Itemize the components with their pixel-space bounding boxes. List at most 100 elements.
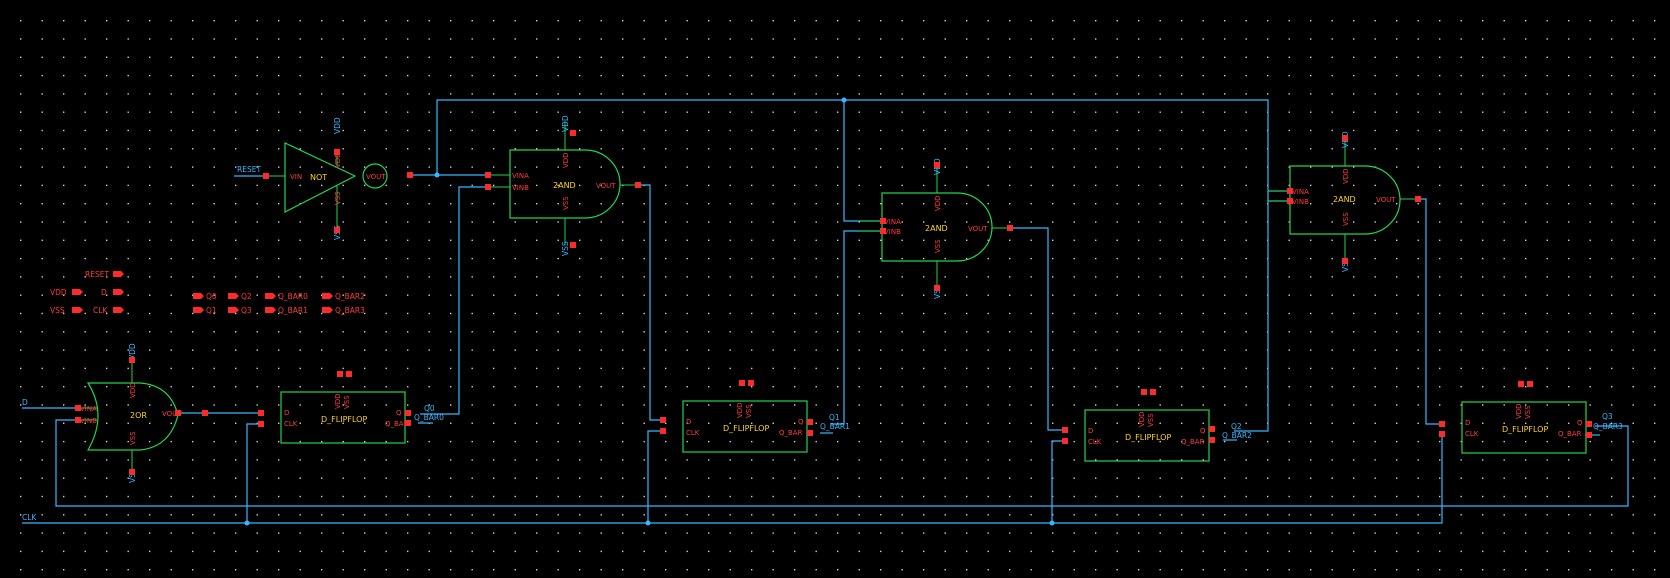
wire-and1-out bbox=[638, 184, 663, 421]
wires bbox=[22, 99, 1629, 524]
and1-pin-vss: VSS bbox=[562, 196, 570, 210]
dff0-name: D_FLIPFLOP bbox=[321, 415, 367, 424]
svg-text:D: D bbox=[686, 418, 691, 426]
or-pin-vss: VSS bbox=[129, 431, 137, 445]
pin-label-vdd: VDD bbox=[50, 288, 67, 297]
svg-text:VSS: VSS bbox=[1147, 413, 1155, 427]
dff0-pin-q: Q bbox=[396, 409, 402, 417]
q2-net-label: Q2 bbox=[1231, 422, 1242, 431]
wire-q2-fb bbox=[1234, 200, 1290, 432]
and2-pin-vout: VOUT bbox=[968, 225, 988, 233]
svg-text:CLK: CLK bbox=[1465, 430, 1479, 438]
pin-label-qbar0: Q_BAR0 bbox=[278, 292, 308, 301]
and1-pin-vdd: VDD bbox=[562, 152, 570, 168]
and3-pin-vinb: VINB bbox=[1292, 198, 1309, 206]
pin-symbols-right: Q0 Q2 Q_BAR0 Q_BAR2 Q1 Q3 Q_BAR1 Q_BAR3 bbox=[193, 292, 365, 315]
and2-pin-vss: VSS bbox=[934, 239, 942, 253]
and1-pin-vinb: VINB bbox=[512, 184, 529, 192]
svg-text:CLK: CLK bbox=[1088, 438, 1102, 446]
or-pin-vdd: VDD bbox=[129, 382, 137, 398]
and1-vss-net: VSS bbox=[561, 241, 570, 256]
svg-text:Q: Q bbox=[1577, 419, 1583, 427]
not-pin-vout: VOUT bbox=[366, 173, 386, 181]
svg-text:Q_BAR: Q_BAR bbox=[1181, 438, 1205, 446]
not-name: NOT bbox=[310, 173, 327, 182]
not-vdd-net: VDD bbox=[333, 117, 342, 134]
pin-label-d: D bbox=[101, 288, 107, 297]
pin-label-qbar1: Q_BAR1 bbox=[278, 306, 308, 315]
and2-name: 2AND bbox=[925, 224, 948, 233]
svg-text:D: D bbox=[1088, 427, 1093, 435]
and3-name: 2AND bbox=[1333, 195, 1356, 204]
svg-text:VDD: VDD bbox=[1515, 403, 1523, 419]
svg-text:VSS: VSS bbox=[1524, 405, 1532, 419]
and-gate-1[interactable]: 2AND VINA VINB VOUT VDD VSS VDD VSS bbox=[488, 115, 638, 256]
svg-text:VDD: VDD bbox=[736, 402, 744, 418]
and1-pin-vina: VINA bbox=[512, 172, 529, 180]
wire-clk-dff1 bbox=[647, 430, 663, 523]
svg-text:Q: Q bbox=[798, 418, 804, 426]
and1-pin-vout: VOUT bbox=[596, 182, 616, 190]
qbar1-net-label: Q_BAR1 bbox=[820, 422, 850, 431]
svg-text:Q: Q bbox=[1200, 427, 1206, 435]
dff2-name: D_FLIPFLOP bbox=[1125, 433, 1171, 442]
svg-text:VDD: VDD bbox=[334, 393, 342, 409]
wire-and3-out bbox=[1418, 198, 1442, 425]
pin-label-qbar2: Q_BAR2 bbox=[335, 292, 365, 301]
q1-net-label: Q1 bbox=[829, 413, 840, 422]
or-name: 2OR bbox=[130, 411, 147, 420]
q3-net-label: Q3 bbox=[1602, 412, 1613, 421]
or-gate[interactable]: 2OR VINA VINB VOUT VDD VSS VDD VSS D CLK bbox=[22, 343, 182, 522]
dff0-pin-clk: CLK bbox=[284, 420, 298, 428]
reset-net-label: RESET bbox=[237, 165, 261, 174]
or-pin-vina: VINA bbox=[80, 405, 97, 413]
qbar0-net-label: Q_BAR0 bbox=[414, 413, 444, 422]
wire-q3-fb bbox=[55, 419, 1629, 507]
wire-and2-out bbox=[1010, 227, 1065, 431]
pin-label-clk: CLK bbox=[93, 306, 108, 315]
pin-label-q0: Q0 bbox=[206, 292, 217, 301]
qbar2-net-label: Q_BAR2 bbox=[1222, 431, 1252, 440]
pin-label-reset: RESET bbox=[85, 270, 109, 279]
dff-2[interactable]: D_FLIPFLOP D CLK Q Q_BAR VDD VSS Q2 Q_BA… bbox=[1084, 409, 1252, 462]
wire-q1-fb bbox=[831, 230, 883, 425]
dff3-name: D_FLIPFLOP bbox=[1502, 425, 1548, 434]
not-pin-vss: VSS bbox=[334, 191, 342, 205]
dff0-pin-d: D bbox=[284, 409, 289, 417]
dff-1[interactable]: D_FLIPFLOP D CLK Q Q_BAR VDD VSS Q1 Q_BA… bbox=[682, 400, 850, 453]
pin-label-vss: VSS bbox=[50, 306, 65, 315]
svg-text:Q_BAR: Q_BAR bbox=[1558, 430, 1582, 438]
pin-label-q1: Q1 bbox=[206, 306, 217, 315]
pin-label-qbar3: Q_BAR3 bbox=[335, 306, 365, 315]
svg-text:Q_BAR: Q_BAR bbox=[779, 429, 803, 437]
and2-pin-vina: VINA bbox=[884, 218, 901, 226]
qbar3-net-label: Q_BAR3 bbox=[1593, 422, 1623, 431]
pin-symbols-left: RESET VDD D VSS CLK bbox=[50, 270, 124, 315]
wire-top-to-and2 bbox=[843, 100, 883, 222]
and2-pin-vdd: VDD bbox=[934, 195, 942, 211]
svg-text:D: D bbox=[1465, 419, 1470, 427]
clk-net-label: CLK bbox=[22, 513, 37, 522]
q0-net-label: Q0 bbox=[424, 404, 435, 413]
wire-clk-dff0 bbox=[246, 423, 261, 523]
pin-label-q3: Q3 bbox=[241, 306, 252, 315]
pin-label-q2: Q2 bbox=[241, 292, 252, 301]
not-pin-vin: VIN bbox=[290, 173, 302, 181]
and1-name: 2AND bbox=[553, 181, 576, 190]
wire-q0-fb bbox=[420, 186, 488, 415]
dff1-name: D_FLIPFLOP bbox=[723, 424, 769, 433]
and2-pin-vinb: VINB bbox=[884, 228, 901, 236]
d-net-label: D bbox=[22, 398, 28, 407]
svg-text:VDD: VDD bbox=[1138, 411, 1146, 427]
wire-clk-dff2 bbox=[1051, 440, 1065, 523]
dff-0[interactable]: D_FLIPFLOP D CLK Q Q_BAR VDD VSS Q0 Q_BA… bbox=[280, 391, 444, 444]
dff-3[interactable]: D_FLIPFLOP D CLK Q Q_BAR VDD VSS Q3 Q_BA… bbox=[1461, 401, 1623, 454]
schematic-canvas[interactable]: NOT VIN VOUT VDD VSS VDD VSS RESET 2AND … bbox=[0, 0, 1670, 578]
and1-vdd-net: VDD bbox=[561, 115, 570, 132]
svg-text:VSS: VSS bbox=[745, 404, 753, 418]
or-pin-vinb: VINB bbox=[80, 417, 97, 425]
and3-pin-vss: VSS bbox=[1342, 212, 1350, 226]
svg-text:VSS: VSS bbox=[343, 395, 351, 409]
svg-text:CLK: CLK bbox=[686, 429, 700, 437]
and3-pin-vout: VOUT bbox=[1376, 196, 1396, 204]
